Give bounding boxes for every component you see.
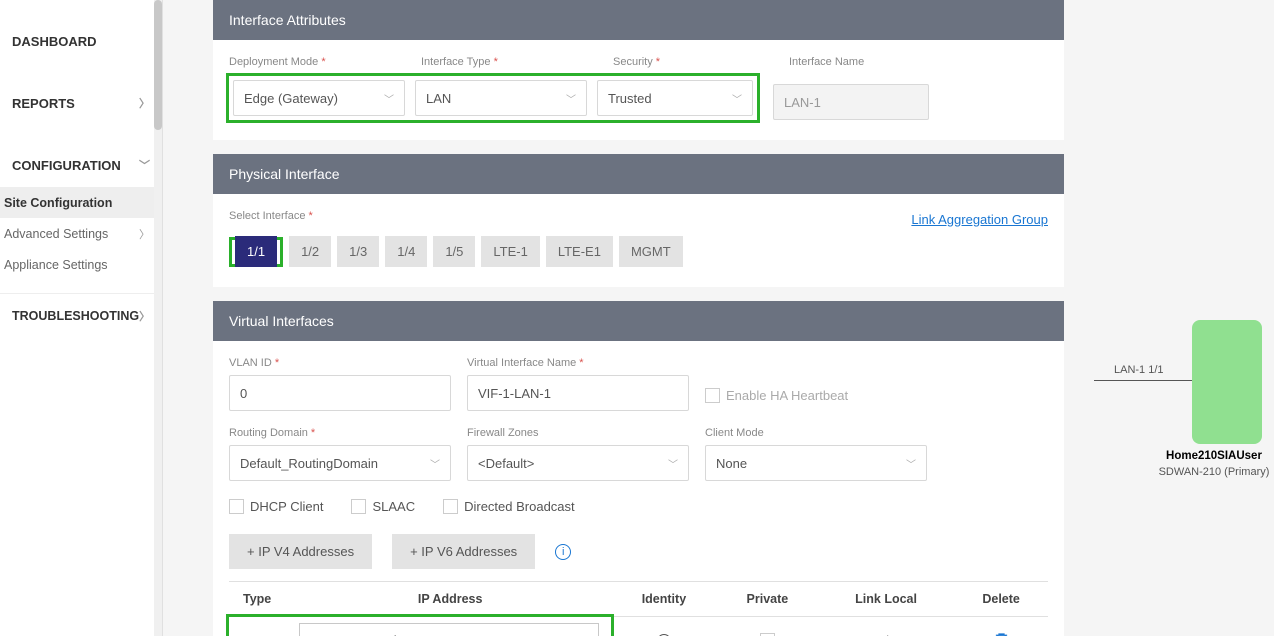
caret-down-icon: ﹀ [430, 456, 440, 471]
port-1-3[interactable]: 1/3 [337, 236, 379, 267]
device-subtitle: SDWAN-210 (Primary) [1154, 466, 1274, 478]
ip-address-input[interactable] [299, 623, 599, 636]
interface-type-select[interactable]: LAN﹀ [415, 80, 587, 116]
add-ipv6-button[interactable]: + IP V6 Addresses [392, 534, 535, 569]
port-1-1[interactable]: 1/1 [235, 236, 277, 267]
nav-troubleshooting[interactable]: TROUBLESHOOTING〉 [0, 294, 162, 338]
device-node[interactable] [1192, 320, 1262, 444]
add-ipv4-button[interactable]: + IP V4 Addresses [229, 534, 372, 569]
select-interface-label: Select Interface [229, 210, 313, 222]
port-mgmt[interactable]: MGMT [619, 236, 683, 267]
slaac-checkbox[interactable]: SLAAC [351, 499, 415, 514]
nav-advanced-settings[interactable]: Advanced Settings〉 [0, 218, 162, 250]
vlan-id-input[interactable] [229, 375, 451, 411]
security-select[interactable]: Trusted﹀ [597, 80, 753, 116]
routing-domain-select[interactable]: Default_RoutingDomain﹀ [229, 445, 451, 481]
port-1-4[interactable]: 1/4 [385, 236, 427, 267]
sidebar: DASHBOARD REPORTS〉 CONFIGURATION﹀ Site C… [0, 0, 163, 636]
chevron-right-icon: 〉 [139, 308, 150, 324]
nav-site-configuration[interactable]: Site Configuration [0, 188, 162, 218]
chevron-down-icon: ﹀ [139, 157, 150, 173]
virtual-interfaces-header: Virtual Interfaces [213, 301, 1064, 341]
port-1-2[interactable]: 1/2 [289, 236, 331, 267]
col-identity: Identity [611, 582, 717, 617]
port-lte-e1[interactable]: LTE-E1 [546, 236, 613, 267]
firewall-zones-label: Firewall Zones [467, 427, 689, 439]
physical-interface-header: Physical Interface [213, 154, 1064, 194]
col-delete: Delete [954, 582, 1048, 617]
col-linklocal: Link Local [818, 582, 954, 617]
nav-appliance-settings[interactable]: Appliance Settings [0, 250, 162, 280]
interface-type-label: Interface Type [421, 56, 597, 68]
port-highlight: 1/1 [229, 237, 283, 267]
main-content: Interface Attributes Deployment Mode Int… [163, 0, 1094, 636]
ip-type: IPv4 [241, 633, 281, 636]
port-lte-1[interactable]: LTE-1 [481, 236, 539, 267]
device-name: Home210SIAUser [1154, 450, 1274, 462]
vif-name-input[interactable] [467, 375, 689, 411]
vif-name-label: Virtual Interface Name [467, 357, 689, 369]
ip-address-table: Type IP Address Identity Private Link Lo… [229, 581, 1048, 636]
directed-broadcast-checkbox[interactable]: Directed Broadcast [443, 499, 575, 514]
diagram-line-label: LAN-1 1/1 [1114, 364, 1164, 376]
ip-row: IPv4 N/A [229, 617, 1048, 636]
caret-down-icon: ﹀ [566, 91, 576, 106]
nav-configuration[interactable]: CONFIGURATION﹀ [0, 143, 162, 187]
enable-ha-checkbox[interactable]: Enable HA Heartbeat [705, 388, 848, 403]
deployment-mode-select[interactable]: Edge (Gateway)﹀ [233, 80, 405, 116]
linklocal-value: N/A [818, 617, 954, 636]
caret-down-icon: ﹀ [384, 91, 394, 106]
security-label: Security [613, 56, 773, 68]
sidebar-scrollbar[interactable] [154, 0, 162, 636]
dhcp-client-checkbox[interactable]: DHCP Client [229, 499, 323, 514]
client-mode-label: Client Mode [705, 427, 927, 439]
client-mode-select[interactable]: None﹀ [705, 445, 927, 481]
interface-name-input [773, 84, 929, 120]
nav-dashboard[interactable]: DASHBOARD [0, 20, 162, 63]
firewall-zones-select[interactable]: <Default>﹀ [467, 445, 689, 481]
caret-down-icon: ﹀ [668, 456, 678, 471]
port-1-5[interactable]: 1/5 [433, 236, 475, 267]
interface-name-label: Interface Name [789, 56, 949, 68]
routing-domain-label: Routing Domain [229, 427, 451, 439]
col-private: Private [717, 582, 818, 617]
link-aggregation-group-link[interactable]: Link Aggregation Group [911, 212, 1048, 227]
nav-reports[interactable]: REPORTS〉 [0, 81, 162, 125]
chevron-right-icon: 〉 [139, 95, 150, 111]
vlan-id-label: VLAN ID [229, 357, 451, 369]
interface-attributes-header: Interface Attributes [213, 0, 1064, 40]
caret-down-icon: ﹀ [732, 91, 742, 106]
info-icon[interactable]: i [555, 544, 571, 560]
caret-down-icon: ﹀ [906, 456, 916, 471]
interface-attr-highlight: Edge (Gateway)﹀ LAN﹀ Trusted﹀ [229, 76, 757, 120]
chevron-right-icon: 〉 [139, 226, 150, 242]
col-ip: IP Address [289, 582, 611, 617]
deployment-mode-label: Deployment Mode [229, 56, 405, 68]
col-type: Type [229, 582, 289, 617]
topology-diagram: LAN-1 1/1 Home210SIAUser SDWAN-210 (Prim… [1094, 0, 1274, 636]
